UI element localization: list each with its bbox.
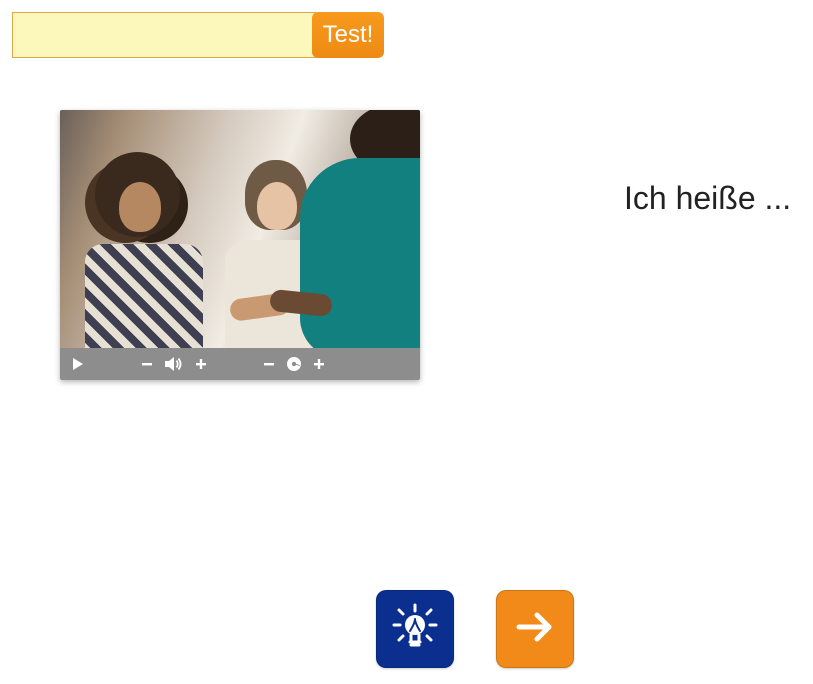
- media-controls: [60, 348, 420, 380]
- speed-plus-icon[interactable]: [312, 357, 326, 371]
- test-button[interactable]: Test!: [312, 12, 384, 58]
- volume-minus-icon[interactable]: [140, 357, 154, 371]
- answer-input[interactable]: [12, 12, 316, 58]
- arrow-right-icon: [509, 601, 561, 658]
- next-button[interactable]: [496, 590, 574, 668]
- prompt-text: Ich heiße ...: [624, 180, 791, 217]
- speed-icon[interactable]: [286, 356, 302, 372]
- play-icon[interactable]: [70, 356, 86, 372]
- volume-icon[interactable]: [164, 356, 184, 372]
- speed-minus-icon[interactable]: [262, 357, 276, 371]
- hint-button[interactable]: [376, 590, 454, 668]
- lesson-image: [60, 110, 420, 348]
- media-card: [60, 110, 420, 380]
- volume-plus-icon[interactable]: [194, 357, 208, 371]
- lightbulb-icon: [389, 601, 441, 658]
